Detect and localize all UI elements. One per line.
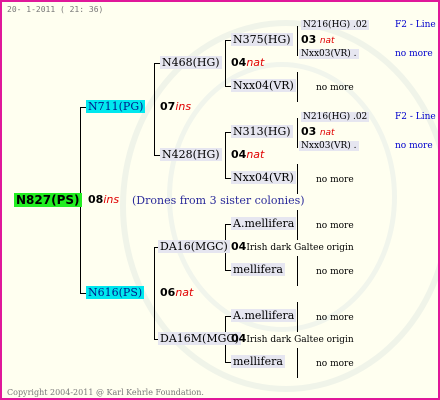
- father-queen[interactable]: N711(PG): [86, 99, 146, 115]
- grand-year-2: 04nat: [231, 148, 265, 161]
- date-stamp: 20- 1-2011 ( 21: 36): [7, 5, 104, 14]
- no-more-5: no more: [316, 221, 354, 231]
- grand-origin-3: 04Irish dark Galtee origin: [231, 240, 354, 253]
- ancestor-queen-3[interactable]: N313(HG): [231, 124, 293, 140]
- connector: [154, 247, 155, 339]
- connector: [297, 118, 298, 148]
- sire-info-2[interactable]: Nxx03(VR) .: [299, 46, 359, 62]
- copyright-footer: Copyright 2004-2011 @ Karl Kehrle Founda…: [7, 388, 204, 397]
- grand-queen-4[interactable]: DA16M(MGC): [158, 331, 242, 347]
- sire-info-1[interactable]: N216(HG) .02: [301, 17, 370, 33]
- connector: [297, 348, 298, 378]
- pedigree-page: { "header_date": "20- 1-2011 ( 21: 36)",…: [0, 0, 440, 400]
- grand-year-1: 04nat: [231, 56, 265, 69]
- connector: [297, 210, 298, 240]
- ancestor-queen-7[interactable]: A.mellifera: [231, 308, 297, 324]
- no-more-7: no more: [316, 313, 354, 323]
- ancestor-queen-2[interactable]: Nxx04(VR): [231, 78, 296, 94]
- no-more-1: no more: [395, 49, 433, 59]
- sire-info-3[interactable]: N216(HG) .02: [301, 109, 370, 125]
- connector: [297, 302, 298, 332]
- root-year: 08ins: [88, 193, 120, 206]
- line-label-1: F2 - Line: [395, 20, 436, 30]
- connector: [225, 132, 226, 178]
- father-year: 07ins: [160, 100, 192, 113]
- no-more-4: no more: [316, 175, 354, 185]
- grand-origin-4: 04Irish dark Galtee origin: [231, 332, 354, 345]
- drone-note: (Drones from 3 sister colonies): [132, 194, 305, 207]
- no-more-2: no more: [316, 83, 354, 93]
- connector: [154, 63, 155, 155]
- connector: [297, 72, 298, 102]
- connector: [297, 256, 298, 286]
- connector: [297, 164, 298, 194]
- no-more-6: no more: [316, 267, 354, 277]
- connector: [225, 40, 226, 86]
- mother-queen[interactable]: N616(PS): [86, 285, 145, 301]
- ancestor-queen-8[interactable]: mellifera: [231, 354, 285, 370]
- grand-queen-1[interactable]: N468(HG): [160, 55, 222, 71]
- no-more-8: no more: [316, 359, 354, 369]
- ancestor-queen-4[interactable]: Nxx04(VR): [231, 170, 296, 186]
- grand-queen-2[interactable]: N428(HG): [160, 147, 222, 163]
- root-queen[interactable]: N827(PS): [14, 192, 82, 209]
- ancestor-queen-5[interactable]: A.mellifera: [231, 216, 297, 232]
- line-label-2: F2 - Line: [395, 112, 436, 122]
- connector: [297, 26, 298, 56]
- mother-year: 06nat: [160, 286, 194, 299]
- sire-info-4[interactable]: Nxx03(VR) .: [299, 138, 359, 154]
- grand-queen-3[interactable]: DA16(MGC): [158, 239, 230, 255]
- ancestor-queen-1[interactable]: N375(HG): [231, 32, 293, 48]
- no-more-3: no more: [395, 141, 433, 151]
- ancestor-queen-6[interactable]: mellifera: [231, 262, 285, 278]
